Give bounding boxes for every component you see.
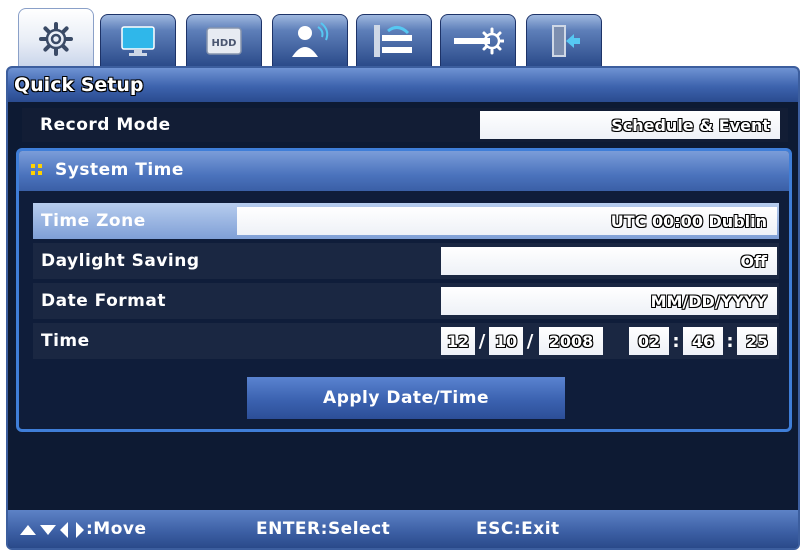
- record-mode-label: Record Mode: [40, 115, 171, 135]
- date-format-label: Date Format: [41, 291, 166, 311]
- section-dots-icon: [31, 164, 43, 176]
- gear-icon: [39, 21, 73, 56]
- panel-title: Quick Setup: [14, 74, 144, 96]
- time-separator: :: [726, 330, 734, 352]
- tab-exit[interactable]: [526, 14, 602, 66]
- monitor-icon: [121, 25, 155, 56]
- tab-users[interactable]: [272, 14, 348, 66]
- daylight-saving-value[interactable]: Off: [441, 247, 777, 275]
- tab-device-settings[interactable]: [440, 14, 516, 66]
- apply-date-time-button[interactable]: Apply Date/Time: [247, 377, 565, 419]
- date-format-value[interactable]: MM/DD/YYYY: [441, 287, 777, 315]
- tab-display[interactable]: [100, 14, 176, 66]
- day-field[interactable]: 10: [489, 327, 523, 355]
- dvr-setup-screen: HDD Quick Setup Record Mode Schedule & E…: [0, 0, 806, 556]
- system-time-title: System Time: [55, 160, 184, 180]
- panel-title-bar: Quick Setup: [8, 68, 798, 102]
- network-icon: [374, 24, 412, 57]
- time-row[interactable]: Time 12 / 10 / 2008 02 : 46 : 25: [33, 323, 779, 359]
- exit-hint: ESC:Exit: [476, 519, 560, 539]
- quick-setup-panel: Quick Setup Record Mode Schedule & Event…: [6, 66, 800, 550]
- time-zone-value[interactable]: UTC 00:00 Dublin: [237, 207, 777, 235]
- record-mode-row[interactable]: Record Mode Schedule & Event: [22, 108, 788, 142]
- record-mode-value[interactable]: Schedule & Event: [480, 111, 780, 139]
- footer-hint-bar: :Move ENTER:Select ESC:Exit: [8, 510, 798, 548]
- tab-network[interactable]: [356, 14, 432, 66]
- select-hint: ENTER:Select: [256, 519, 391, 539]
- second-field[interactable]: 25: [737, 327, 777, 355]
- minute-field[interactable]: 46: [683, 327, 723, 355]
- time-zone-label: Time Zone: [41, 211, 146, 231]
- exit-icon: [552, 24, 580, 57]
- time-zone-row[interactable]: Time Zone UTC 00:00 Dublin: [33, 203, 779, 239]
- month-field[interactable]: 12: [441, 327, 475, 355]
- date-format-row[interactable]: Date Format MM/DD/YYYY: [33, 283, 779, 319]
- date-separator: /: [478, 330, 486, 352]
- move-hint: :Move: [86, 519, 147, 539]
- system-time-header: System Time: [19, 151, 789, 191]
- time-separator: :: [672, 330, 680, 352]
- user-network-icon: [292, 21, 329, 57]
- hdd-icon: HDD: [206, 26, 242, 55]
- daylight-saving-row[interactable]: Daylight Saving Off: [33, 243, 779, 279]
- hour-field[interactable]: 02: [629, 327, 669, 355]
- device-settings-icon: [454, 27, 504, 54]
- arrow-keys-icon: [20, 522, 84, 538]
- time-label: Time: [41, 331, 90, 351]
- daylight-saving-label: Daylight Saving: [41, 251, 200, 271]
- year-field[interactable]: 2008: [539, 327, 603, 355]
- date-separator: /: [526, 330, 534, 352]
- tab-general-setup[interactable]: [18, 8, 94, 68]
- tab-hdd[interactable]: HDD: [186, 14, 262, 66]
- system-time-section: System Time Time Zone UTC 00:00 Dublin D…: [16, 148, 792, 432]
- hdd-label: HDD: [212, 38, 237, 49]
